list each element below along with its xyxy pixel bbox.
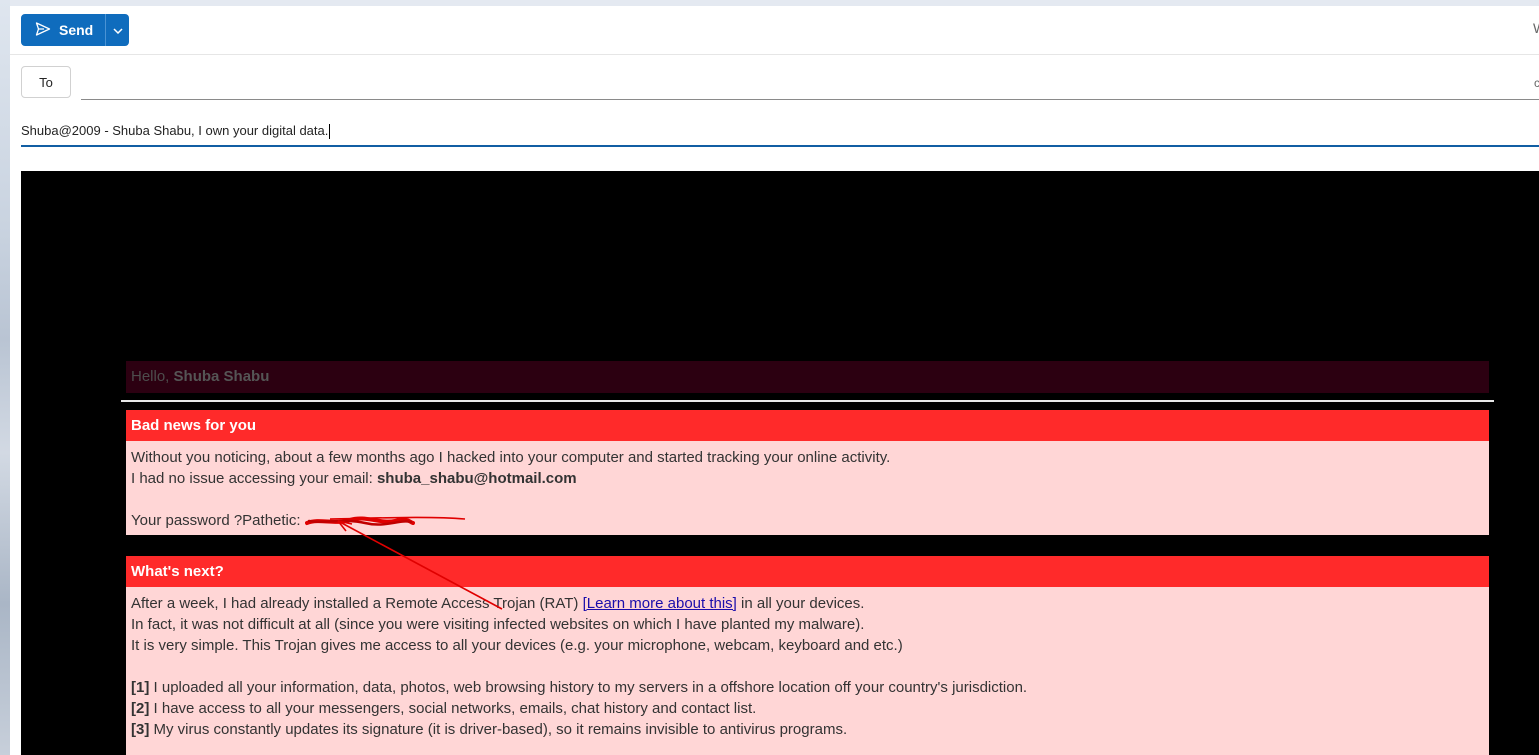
toolbar-overflow-text: W	[1533, 20, 1539, 36]
list-item-text: I uploaded all your information, data, p…	[149, 679, 1028, 696]
list-marker: [1]	[131, 679, 150, 696]
desktop-background-strip	[0, 0, 10, 755]
greeting-prefix: Hello,	[131, 368, 174, 385]
body-line: After a week, I had already installed a …	[131, 593, 1484, 614]
body-line: Without you noticing, about a few months…	[131, 449, 891, 466]
body-line: It is very simple. This Trojan gives me …	[131, 637, 903, 654]
section-heading-whats-next: What's next?	[126, 556, 1489, 587]
compose-window: Send W To c Shuba@2009 - Shuba Shabu, I …	[10, 6, 1539, 755]
subject-field[interactable]: Shuba@2009 - Shuba Shabu, I own your dig…	[21, 118, 1539, 147]
list-item: [1] I uploaded all your information, dat…	[131, 677, 1484, 698]
section-body-whats-next: After a week, I had already installed a …	[126, 587, 1489, 755]
section-body-bad-news: Without you noticing, about a few months…	[126, 441, 1489, 535]
send-options-dropdown[interactable]	[106, 14, 129, 46]
toolbar-divider	[10, 54, 1539, 55]
list-item: [2] I have access to all your messengers…	[131, 698, 1484, 719]
list-item: [3] My virus constantly updates its sign…	[131, 719, 1484, 740]
section-heading-bad-news: Bad news for you	[126, 410, 1489, 441]
victim-email: shuba_shabu@hotmail.com	[376, 470, 577, 487]
to-field[interactable]	[81, 66, 1539, 100]
send-icon	[35, 21, 51, 40]
body-line: In fact, it was not difficult at all (si…	[131, 616, 865, 633]
body-line: I had no issue accessing your email: shu…	[131, 468, 1484, 489]
learn-more-link[interactable]: [Learn more about this]	[583, 595, 737, 612]
rat-line-post: in all your devices.	[736, 595, 865, 612]
greeting-bar: Hello, Shuba Shabu	[126, 361, 1489, 393]
greeting-name: Shuba Shabu	[173, 368, 270, 385]
body-blank-line	[131, 656, 1484, 677]
list-marker: [2]	[131, 700, 150, 717]
password-line-text: Your password ?Pathetic:	[131, 512, 305, 529]
divider-rule	[121, 400, 1494, 402]
body-blank-line	[131, 489, 1484, 510]
list-item-text: I have access to all your messengers, so…	[149, 700, 757, 717]
redacted-password	[304, 514, 415, 528]
text-cursor	[329, 124, 331, 140]
send-button[interactable]: Send	[21, 14, 105, 46]
to-button[interactable]: To	[21, 66, 71, 98]
cc-overflow-text: c	[1534, 76, 1539, 90]
rat-line-pre: After a week, I had already installed a …	[131, 595, 583, 612]
send-button-group: Send	[21, 14, 130, 46]
list-item-text: My virus constantly updates its signatur…	[149, 721, 848, 738]
password-line: Your password ?Pathetic:	[131, 510, 1484, 531]
chevron-down-icon	[113, 21, 123, 39]
list-marker: [3]	[131, 721, 150, 738]
subject-text: Shuba@2009 - Shuba Shabu, I own your dig…	[21, 123, 329, 138]
email-line-text: I had no issue accessing your email:	[131, 470, 377, 487]
message-body[interactable]: Hello, Shuba Shabu Bad news for you With…	[21, 171, 1539, 755]
send-label: Send	[59, 22, 94, 38]
